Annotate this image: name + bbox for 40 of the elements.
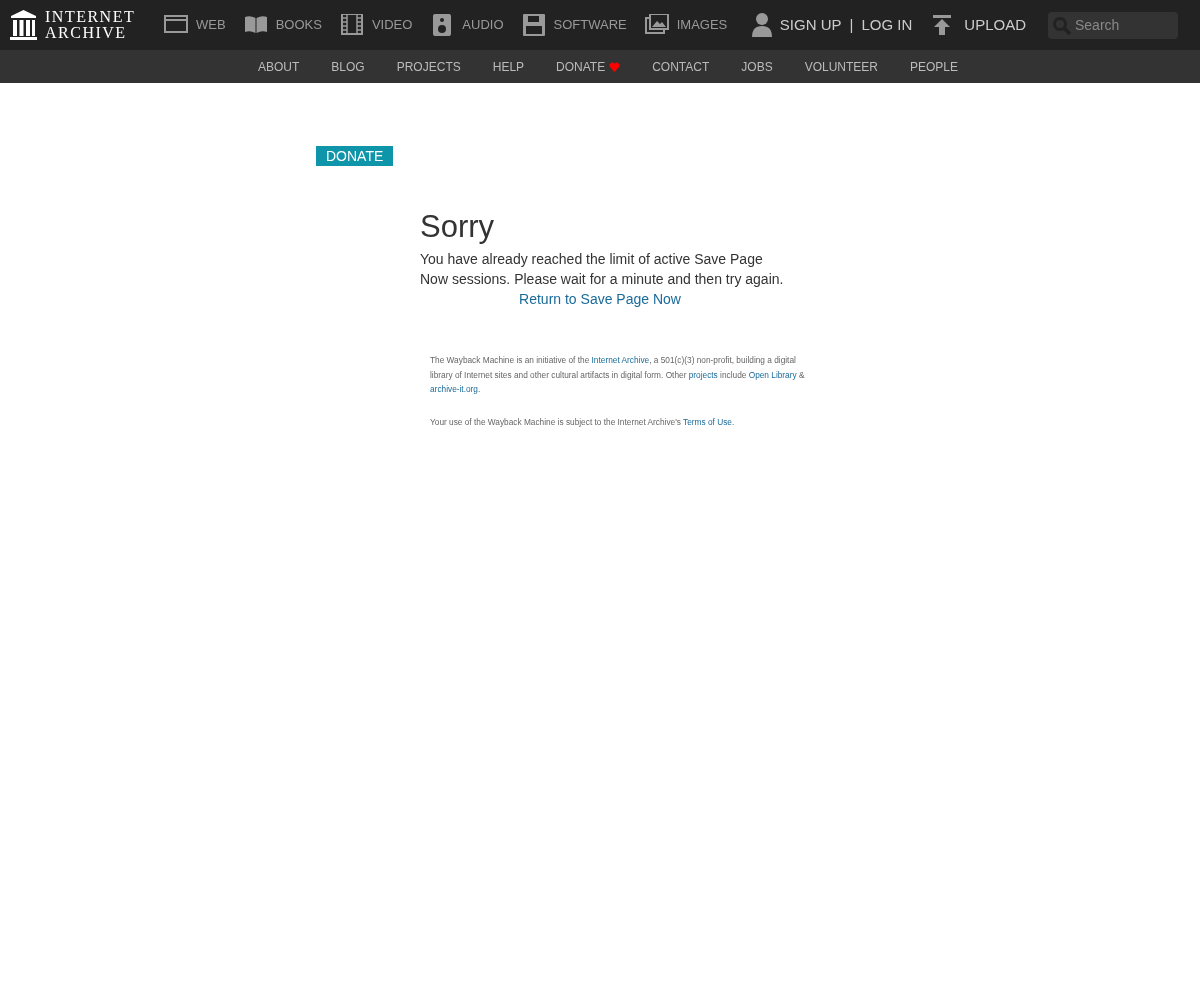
- top-nav-link[interactable]: BLOG: [315, 57, 381, 76]
- error-message: You have already reached the limit of active Save Page Now sessions. Please wait for a minute and then try again.: [420, 250, 785, 289]
- upload-link[interactable]: UPLOAD: [932, 13, 1026, 37]
- top-nav-link[interactable]: VOLUNTEER: [788, 57, 894, 76]
- sign-up-link[interactable]: SIGN UP: [779, 13, 842, 37]
- search-field[interactable]: Search: [1048, 11, 1178, 39]
- top-nav-link[interactable]: DONATE: [540, 57, 637, 76]
- top-nav-link[interactable]: CONTACT: [636, 57, 726, 76]
- top-nav-link[interactable]: PEOPLE: [894, 57, 975, 76]
- upload-arrow-icon: [932, 15, 953, 35]
- footer-link[interactable]: projects: [688, 369, 718, 380]
- media-nav-link[interactable]: VIDEO: [339, 14, 413, 36]
- media-nav-link[interactable]: WEB: [164, 14, 226, 36]
- media-nav-link[interactable]: AUDIO: [430, 14, 504, 36]
- return-link[interactable]: Return to Save Page Now: [420, 289, 780, 309]
- footer-link[interactable]: Open Library: [748, 369, 797, 380]
- media-nav-link[interactable]: IMAGES: [644, 14, 728, 36]
- heart-icon: [609, 61, 621, 72]
- media-nav-link[interactable]: BOOKS: [243, 14, 322, 36]
- separator: |: [849, 14, 854, 35]
- temple-icon: [10, 10, 37, 40]
- web-icon: [164, 14, 188, 36]
- footer-text: Your use of the Wayback Machine is subject to the Internet Archive's Terms of Use.: [430, 415, 736, 429]
- log-in-link[interactable]: LOG IN: [861, 13, 913, 37]
- footer-link[interactable]: Terms of Use: [683, 416, 732, 427]
- top-nav-link[interactable]: HELP: [476, 57, 541, 76]
- donate-button[interactable]: DONATE: [316, 146, 394, 166]
- sorry-heading: Sorry: [420, 209, 496, 245]
- footer-text: The Wayback Machine is an initiative of the Internet Archive, a 501(c)(3) non-profit, building a digital library of Internet sites and other cultural artifacts in digital form. Other projects include Open Library & archive-it.org.: [430, 354, 806, 396]
- books-icon: [243, 14, 268, 36]
- top-nav-link[interactable]: JOBS: [725, 57, 789, 76]
- archive-logo[interactable]: INTERNET ARCHIVE: [0, 9, 160, 41]
- media-nav-link[interactable]: SOFTWARE: [521, 14, 627, 36]
- top-nav-link[interactable]: ABOUT: [242, 57, 316, 76]
- footer-link[interactable]: archive-it.org: [430, 384, 478, 394]
- person-icon: [751, 13, 772, 37]
- top-nav-link[interactable]: PROJECTS: [380, 57, 477, 76]
- software-icon: [521, 14, 546, 36]
- images-icon: [644, 14, 669, 36]
- video-icon: [339, 14, 364, 36]
